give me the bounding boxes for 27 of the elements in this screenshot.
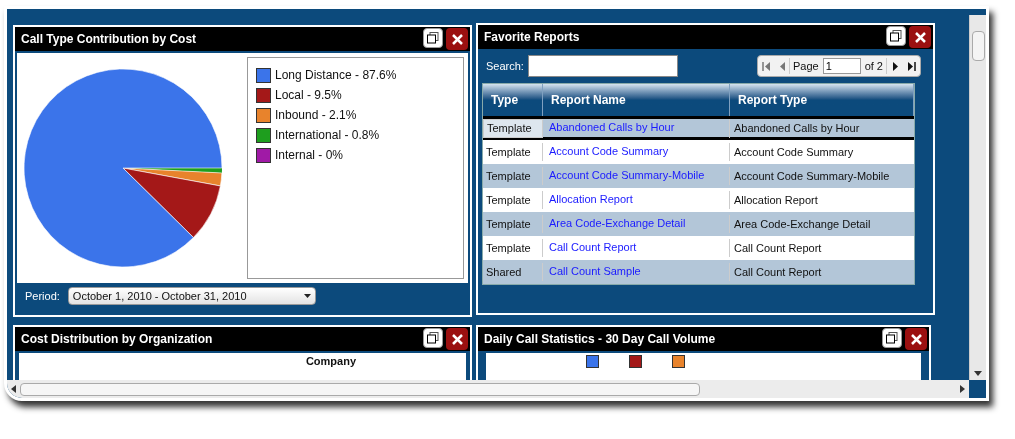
page-count: of 2 [864, 57, 887, 75]
period-label: Period: [25, 288, 60, 304]
panel-title: Daily Call Statistics - 30 Day Call Volume [484, 331, 716, 348]
table-cell: Template [483, 167, 543, 185]
table-cell: Shared [483, 263, 543, 281]
panel-title: Cost Distribution by Organization [21, 331, 213, 348]
table-cell-text: Call Count Report [733, 264, 823, 280]
legend-label: Long Distance - 87.6% [275, 67, 397, 84]
table-cell-text: Area Code-Exchange Detail [733, 216, 872, 232]
search-label: Search: [486, 58, 524, 74]
legend-label: International - 0.8% [275, 127, 380, 144]
panel-title: Call Type Contribution by Cost [21, 31, 197, 48]
table-cell: Template [483, 143, 543, 161]
legend-label: Internal - 0% [275, 147, 344, 164]
table-cell: Template [483, 215, 543, 233]
table-cell-text: Abandoned Calls by Hour [733, 121, 861, 136]
panel-title: Favorite Reports [484, 29, 580, 46]
table-cell-text: Account Code Summary-Mobile [733, 168, 891, 184]
table-cell-text: Call Count Report [733, 240, 823, 256]
table-cell: Template [483, 119, 543, 138]
table-cell-text: Account Code Summary [733, 144, 855, 160]
table-cell: Template [483, 191, 543, 209]
legend-label: Inbound - 2.1% [275, 107, 357, 124]
page-label: Page [788, 57, 819, 75]
legend-label: Local - 9.5% [275, 87, 342, 104]
table-cell: Template [483, 239, 543, 257]
table-cell-text: Allocation Report [733, 192, 819, 208]
